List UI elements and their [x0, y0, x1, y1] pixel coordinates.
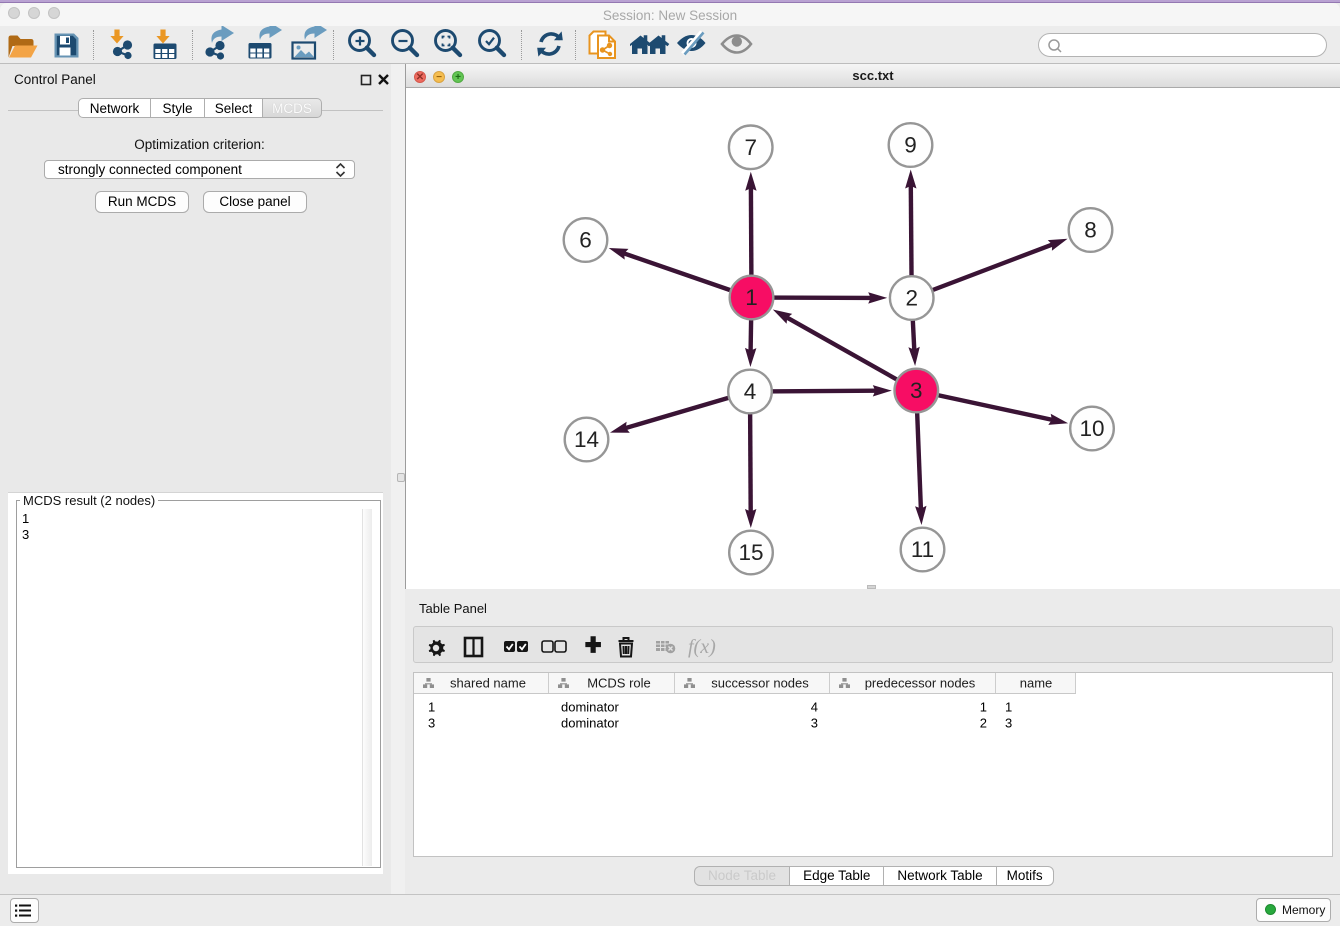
- svg-text:4: 4: [811, 700, 818, 715]
- svg-text:dominator: dominator: [561, 700, 619, 715]
- svg-text:3: 3: [811, 716, 818, 731]
- svg-text:dominator: dominator: [561, 716, 619, 731]
- svg-text:2: 2: [905, 286, 918, 311]
- svg-text:3: 3: [1005, 716, 1012, 731]
- svg-text:1: 1: [745, 285, 758, 310]
- svg-text:predecessor nodes: predecessor nodes: [865, 676, 976, 691]
- svg-text:successor nodes: successor nodes: [711, 676, 809, 691]
- svg-text:7: 7: [744, 135, 757, 160]
- svg-text:4: 4: [744, 379, 757, 404]
- svg-text:shared name: shared name: [450, 676, 526, 691]
- svg-text:name: name: [1020, 676, 1053, 691]
- svg-text:15: 15: [738, 540, 763, 565]
- svg-text:10: 10: [1079, 416, 1104, 441]
- svg-text:8: 8: [1084, 218, 1097, 243]
- svg-text:1: 1: [428, 700, 435, 715]
- svg-text:6: 6: [579, 228, 592, 253]
- svg-text:2: 2: [980, 716, 987, 731]
- svg-text:MCDS role: MCDS role: [587, 676, 651, 691]
- svg-text:1: 1: [980, 700, 987, 715]
- svg-text:14: 14: [574, 427, 599, 452]
- svg-text:3: 3: [910, 378, 923, 403]
- svg-text:3: 3: [428, 716, 435, 731]
- svg-text:1: 1: [1005, 700, 1012, 715]
- svg-text:9: 9: [904, 133, 917, 158]
- svg-text:f(x): f(x): [688, 636, 716, 658]
- svg-text:11: 11: [911, 537, 934, 562]
